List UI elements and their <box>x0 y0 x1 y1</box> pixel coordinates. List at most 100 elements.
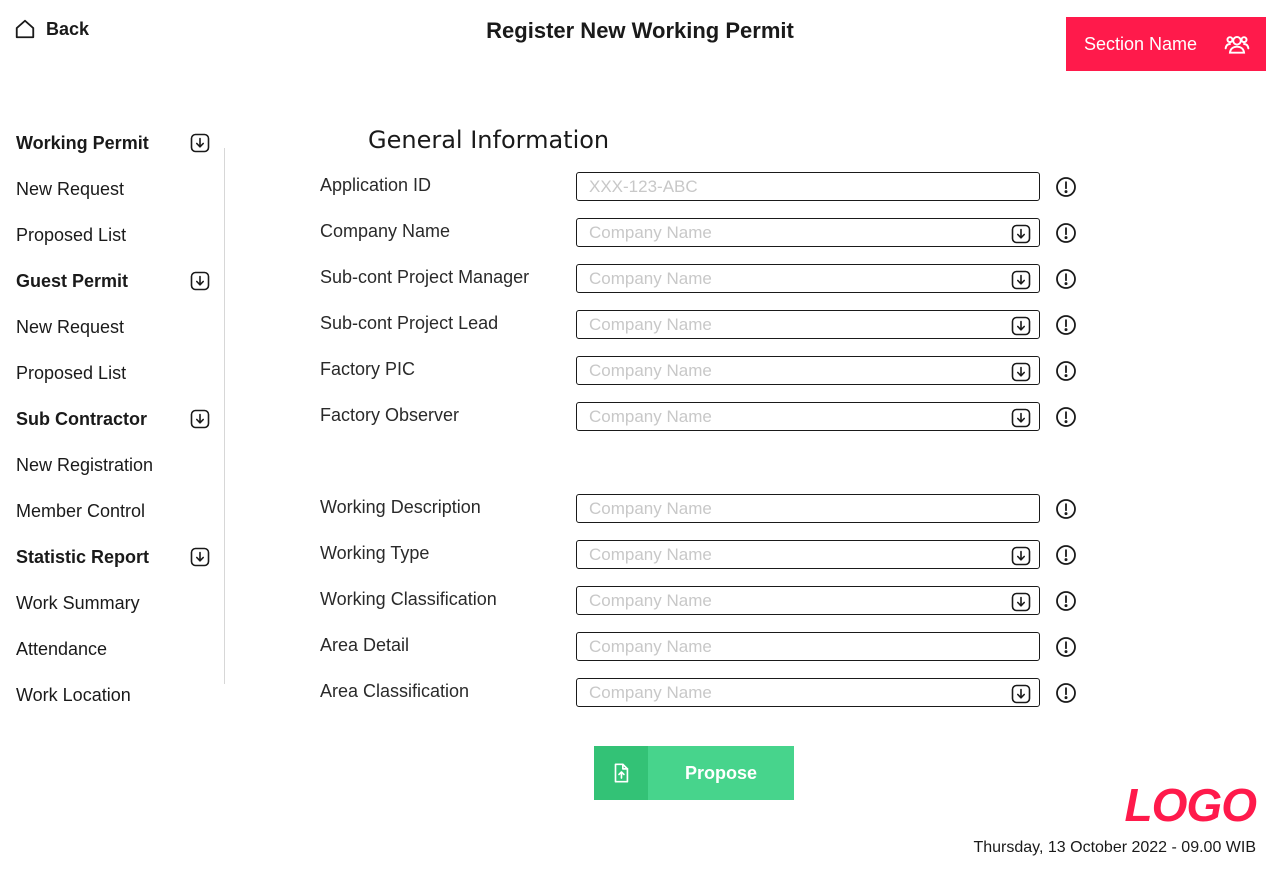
field-placeholder: Company Name <box>589 406 712 426</box>
sidebar-item-working-new-request[interactable]: New Request <box>16 166 216 212</box>
chevron-down-icon <box>190 133 210 153</box>
sidebar-item-member-control[interactable]: Member Control <box>16 488 216 534</box>
section-name-label: Section Name <box>1084 33 1198 54</box>
sidebar-item-label: Sub Contractor <box>16 408 148 429</box>
field-label: Factory PIC <box>320 359 416 379</box>
chevron-down-icon <box>1011 270 1031 290</box>
field-placeholder: Company Name <box>589 498 712 518</box>
field-label: Factory Observer <box>320 405 460 425</box>
form-row-area-detail: Area Detail Company Name <box>320 632 1080 661</box>
home-icon <box>15 19 35 39</box>
company-name-select[interactable]: Company Name <box>576 218 1040 247</box>
info-icon[interactable] <box>1055 590 1077 612</box>
sidebar-item-label: Proposed List <box>16 362 127 383</box>
sub-cont-project-manager-select[interactable]: Company Name <box>576 264 1040 293</box>
sub-cont-project-lead-select[interactable]: Company Name <box>576 310 1040 339</box>
chevron-down-icon <box>1011 224 1031 244</box>
field-placeholder: Company Name <box>589 590 712 610</box>
chevron-down-icon <box>190 271 210 291</box>
section-name-button[interactable]: Section Name <box>1066 17 1266 71</box>
field-label: Working Classification <box>320 589 497 609</box>
working-description-input[interactable]: Company Name <box>576 494 1040 523</box>
chevron-down-icon <box>190 409 210 429</box>
form-row-company-name: Company Name Company Name <box>320 218 1080 247</box>
sidebar-item-working-proposed-list[interactable]: Proposed List <box>16 212 216 258</box>
section-title: General Information <box>368 126 610 154</box>
sidebar-item-label: Guest Permit <box>16 270 129 291</box>
sidebar-item-label: Work Location <box>16 684 131 705</box>
working-classification-select[interactable]: Company Name <box>576 586 1040 615</box>
chevron-down-icon <box>190 547 210 567</box>
sidebar-item-work-location[interactable]: Work Location <box>16 672 216 718</box>
sidebar-item-label: Member Control <box>16 500 146 521</box>
field-placeholder: Company Name <box>589 222 712 242</box>
info-icon[interactable] <box>1055 176 1077 198</box>
chevron-down-icon <box>1011 592 1031 612</box>
sidebar-item-attendance[interactable]: Attendance <box>16 626 216 672</box>
form-row-sub-cont-project-manager: Sub-cont Project Manager Company Name <box>320 264 1080 293</box>
field-label: Working Type <box>320 543 430 563</box>
info-icon[interactable] <box>1055 636 1077 658</box>
sidebar: Working Permit New Request Proposed List… <box>16 120 216 718</box>
field-label: Working Description <box>320 497 481 517</box>
sidebar-item-sub-contractor[interactable]: Sub Contractor <box>16 396 216 442</box>
sidebar-item-label: Attendance <box>16 638 108 659</box>
form-row-factory-observer: Factory Observer Company Name <box>320 402 1080 431</box>
application-id-input[interactable]: XXX-123-ABC <box>576 172 1040 201</box>
field-label: Company Name <box>320 221 451 241</box>
file-upload-icon <box>614 763 629 783</box>
form-row-area-classification: Area Classification Company Name <box>320 678 1080 707</box>
info-icon[interactable] <box>1055 268 1077 290</box>
sidebar-divider <box>224 148 225 684</box>
propose-icon-box <box>594 746 648 800</box>
sidebar-item-label: Work Summary <box>16 592 140 613</box>
sidebar-item-work-summary[interactable]: Work Summary <box>16 580 216 626</box>
sidebar-item-label: New Request <box>16 316 125 337</box>
sidebar-item-working-permit[interactable]: Working Permit <box>16 120 216 166</box>
info-icon[interactable] <box>1055 544 1077 566</box>
sidebar-item-statistic-report[interactable]: Statistic Report <box>16 534 216 580</box>
sidebar-item-new-registration[interactable]: New Registration <box>16 442 216 488</box>
propose-label: Propose <box>648 746 794 800</box>
form-row-sub-cont-project-lead: Sub-cont Project Lead Company Name <box>320 310 1080 339</box>
field-placeholder: Company Name <box>589 682 712 702</box>
form-row-working-description: Working Description Company Name <box>320 494 1080 523</box>
sidebar-item-label: Working Permit <box>16 132 149 153</box>
sidebar-item-label: Statistic Report <box>16 546 150 567</box>
info-icon[interactable] <box>1055 682 1077 704</box>
users-icon <box>1224 35 1250 54</box>
form-row-application-id: Application ID XXX-123-ABC <box>320 172 1080 201</box>
back-label: Back <box>46 18 90 39</box>
sidebar-item-label: Proposed List <box>16 224 127 245</box>
field-label: Application ID <box>320 175 432 195</box>
logo: LOGO <box>1124 779 1257 831</box>
field-placeholder: XXX-123-ABC <box>589 176 698 196</box>
info-icon[interactable] <box>1055 406 1077 428</box>
form-row-working-classification: Working Classification Company Name <box>320 586 1080 615</box>
factory-observer-select[interactable]: Company Name <box>576 402 1040 431</box>
factory-pic-select[interactable]: Company Name <box>576 356 1040 385</box>
sidebar-item-guest-permit[interactable]: Guest Permit <box>16 258 216 304</box>
field-label: Sub-cont Project Manager <box>320 267 530 287</box>
info-icon[interactable] <box>1055 314 1077 336</box>
sidebar-item-guest-proposed-list[interactable]: Proposed List <box>16 350 216 396</box>
info-icon[interactable] <box>1055 360 1077 382</box>
field-placeholder: Company Name <box>589 636 712 656</box>
sidebar-item-label: New Request <box>16 178 125 199</box>
chevron-down-icon <box>1011 546 1031 566</box>
field-label: Area Detail <box>320 635 410 655</box>
info-icon[interactable] <box>1055 498 1077 520</box>
info-icon[interactable] <box>1055 222 1077 244</box>
propose-button[interactable]: Propose <box>594 746 794 800</box>
datetime: Thursday, 13 October 2022 - 09.00 WIB <box>973 839 1256 856</box>
field-label: Sub-cont Project Lead <box>320 313 499 333</box>
field-placeholder: Company Name <box>589 268 712 288</box>
sidebar-item-guest-new-request[interactable]: New Request <box>16 304 216 350</box>
field-placeholder: Company Name <box>589 314 712 334</box>
chevron-down-icon <box>1011 316 1031 336</box>
field-placeholder: Company Name <box>589 544 712 564</box>
working-type-select[interactable]: Company Name <box>576 540 1040 569</box>
area-classification-select[interactable]: Company Name <box>576 678 1040 707</box>
area-detail-input[interactable]: Company Name <box>576 632 1040 661</box>
back-button[interactable]: Back <box>14 18 89 40</box>
